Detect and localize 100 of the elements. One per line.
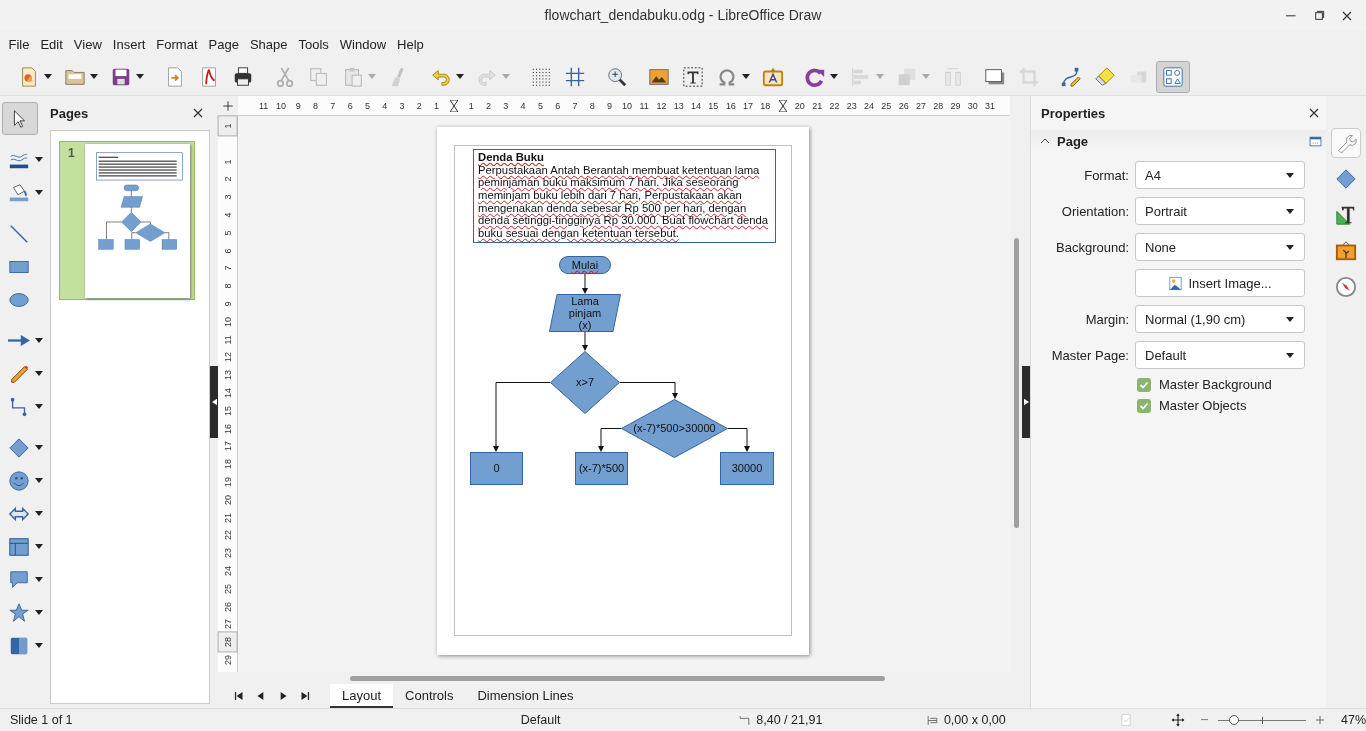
ruler-label: 1 <box>221 158 234 166</box>
distribute-icon <box>942 65 964 88</box>
process-node[interactable]: (x-7)*500 <box>575 452 628 485</box>
ruler-label: 3 <box>398 100 406 111</box>
field-label: Background: <box>1055 239 1130 255</box>
caret-icon <box>35 157 43 162</box>
ruler-label: 3 <box>221 193 234 202</box>
collapse-handle[interactable] <box>210 366 218 438</box>
ruler-label: 1 <box>218 116 237 136</box>
ruler-label: 13 <box>221 369 234 383</box>
zoom-slider-thumb[interactable] <box>1229 715 1240 725</box>
ruler-label: 22 <box>828 100 841 111</box>
process-node[interactable]: 0 <box>470 452 523 485</box>
menu-item[interactable]: Shape <box>244 32 293 56</box>
scrollbar-thumb[interactable] <box>350 675 885 681</box>
wrench-icon <box>1335 132 1357 154</box>
caret-icon <box>35 371 43 376</box>
marker-pen-icon <box>1094 65 1116 88</box>
decision-node[interactable]: x>7 <box>550 351 620 414</box>
caret-icon <box>35 404 43 409</box>
ruler-label: 8 <box>312 100 320 111</box>
zoom-in-button[interactable] <box>1315 714 1326 726</box>
ruler-label: 21 <box>221 511 234 525</box>
ruler-label: 31 <box>984 100 997 111</box>
dropdown[interactable]: Portrait <box>1135 197 1305 225</box>
select-shapes-button[interactable] <box>1156 60 1190 93</box>
dropdown[interactable]: Normal (1,90 cm) <box>1135 305 1305 333</box>
caret-icon <box>922 74 930 79</box>
decision-node[interactable]: (x-7)*500>30000 <box>621 399 728 458</box>
ruler-label: 23 <box>221 547 234 561</box>
ruler-label: 6 <box>346 100 354 111</box>
ruler-label: 16 <box>221 422 234 436</box>
menu-item[interactable]: Format <box>150 32 203 56</box>
speech-bubble-icon <box>8 568 30 591</box>
menu-item[interactable]: Edit <box>34 32 69 56</box>
more-options-button[interactable] <box>1309 134 1322 148</box>
ruler-label: 30 <box>966 100 979 111</box>
menu-item[interactable]: Insert <box>107 32 151 56</box>
ruler-label: 9 <box>221 300 234 309</box>
menu-item[interactable]: Tools <box>292 32 335 56</box>
ruler-label: 14 <box>221 386 234 400</box>
margin-marker-icon[interactable] <box>778 99 787 112</box>
scrollbar-thumb[interactable] <box>1013 238 1019 528</box>
input-node[interactable]: Lama pinjam (x) <box>549 294 621 332</box>
process-node[interactable]: 30000 <box>720 452 774 485</box>
dropdown[interactable]: None <box>1135 233 1305 261</box>
ruler-label: 7 <box>329 100 337 111</box>
collapse-handle[interactable] <box>1022 366 1030 438</box>
ruler-label: 6 <box>221 247 234 255</box>
layer-tab[interactable]: Layout <box>330 684 394 708</box>
menu-item[interactable]: Page <box>203 32 245 56</box>
ruler-label: 2 <box>485 100 492 111</box>
checkbox[interactable] <box>1137 398 1151 413</box>
dropdown[interactable]: Default <box>1135 341 1305 369</box>
printer-icon <box>232 65 254 88</box>
select-tool[interactable] <box>2 102 38 135</box>
section-header[interactable]: Page <box>1039 133 1089 149</box>
ruler-label: 19 <box>221 475 234 489</box>
caret-icon <box>1286 172 1294 178</box>
ruler-label: 20 <box>793 100 806 111</box>
page-thumbnail-item[interactable]: 1 <box>59 141 195 300</box>
ruler-label: 4 <box>381 100 389 111</box>
caret-icon <box>742 74 750 79</box>
layer-tab[interactable]: Controls <box>393 684 466 708</box>
master-page-name: Default <box>520 713 561 727</box>
cursor-position: 8,40 / 21,91 <box>756 713 823 727</box>
terminator-node[interactable]: Mulai <box>559 256 611 274</box>
minus-icon <box>1200 719 1208 721</box>
menu-item[interactable]: Window <box>334 32 392 56</box>
menu-item[interactable]: Help <box>391 32 430 56</box>
ruler-label: 29 <box>221 653 234 667</box>
caret-icon <box>35 190 43 195</box>
object-size: 0,00 x 0,00 <box>943 713 1006 727</box>
checkbox-label: Master Objects <box>1159 398 1247 413</box>
menu-item[interactable]: File <box>3 32 35 56</box>
margin-marker-icon[interactable] <box>449 99 458 112</box>
copy-icon <box>308 65 330 88</box>
crop-icon <box>1018 65 1040 88</box>
ruler-label: 18 <box>759 100 772 111</box>
ruler-label: 11 <box>221 333 234 347</box>
dropdown[interactable]: A4 <box>1135 161 1305 189</box>
layer-tab[interactable]: Dimension Lines <box>465 684 586 708</box>
position-icon <box>738 713 752 727</box>
ruler-label: 4 <box>519 100 527 111</box>
ruler-label: 11 <box>257 100 270 111</box>
insert-image-button[interactable]: Insert Image... <box>1135 269 1305 297</box>
checkbox[interactable] <box>1137 377 1151 392</box>
ruler-label: 23 <box>845 100 858 111</box>
first-page-icon <box>232 689 246 703</box>
zoom-percent: 47% <box>1340 713 1366 727</box>
menu-item[interactable]: View <box>68 32 108 56</box>
caret-icon <box>35 338 43 343</box>
smiley-icon <box>8 469 30 492</box>
text-box[interactable] <box>473 149 776 243</box>
panel-title: Pages <box>50 105 89 121</box>
hash-lines-icon <box>564 65 586 88</box>
ruler-label: 1 <box>433 100 441 111</box>
caret-icon <box>830 74 838 79</box>
ruler-label: 18 <box>221 458 234 472</box>
compass-icon <box>1335 276 1357 298</box>
